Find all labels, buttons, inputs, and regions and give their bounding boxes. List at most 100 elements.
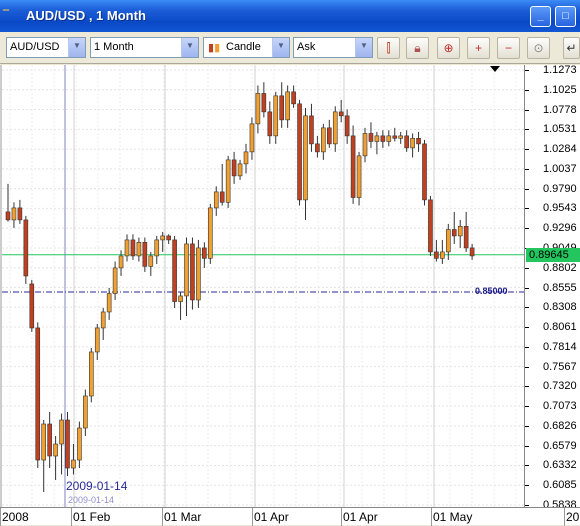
period-dropdown[interactable]: ▼ — [181, 38, 198, 57]
time-label: 01 May — [433, 510, 473, 524]
candle-body — [380, 135, 386, 142]
candle-body — [154, 239, 160, 257]
chart-type-dropdown[interactable]: ▼ — [272, 38, 289, 57]
price-label: 0.8308 — [543, 301, 577, 314]
price-tick — [525, 465, 529, 467]
price-tick — [525, 366, 529, 368]
candle-body — [124, 239, 130, 257]
candle-body — [428, 199, 433, 253]
candle-body — [184, 243, 189, 297]
price-label: 0.9543 — [543, 202, 577, 215]
price-label: 0.7073 — [543, 400, 577, 413]
candle-body — [41, 423, 47, 461]
candle-body — [178, 295, 183, 302]
candle-body — [77, 427, 82, 461]
candle-body — [463, 226, 469, 249]
level-line-label: 0.85000 — [475, 286, 508, 296]
candle-body — [118, 255, 124, 269]
back-button[interactable]: ↵ — [563, 37, 580, 59]
symbol-dropdown[interactable]: ▼ — [68, 38, 85, 57]
price-tick — [525, 129, 529, 131]
maximize-icon: □ — [562, 10, 569, 22]
app-icon: ̿ — [6, 9, 20, 23]
lock-button[interactable]: 🔒︎ — [406, 37, 429, 59]
price-axis[interactable]: 1.1273 1.1025 1.0778 1.0531 1.0284 1.0037 0.97… — [524, 64, 580, 511]
price-label: 0.8061 — [543, 321, 577, 334]
price-tick — [525, 485, 529, 487]
title-bar[interactable]: ̿ AUD/USD , 1 Month _ □ — [0, 0, 580, 32]
chart-type-value: Candle — [226, 41, 261, 53]
chevron-down-icon: ▼ — [73, 41, 81, 50]
candle-body — [148, 255, 154, 267]
candle-body — [23, 219, 29, 277]
chart-window: ̿ AUD/USD , 1 Month _ □ AUD/USD ▼ 1 Mont… — [0, 0, 580, 526]
candle-body — [35, 327, 41, 461]
candle-body — [106, 293, 112, 313]
candle-body — [243, 151, 249, 165]
price-side-select[interactable]: Ask ▼ — [293, 37, 373, 58]
price-tick — [525, 406, 529, 408]
candle-body — [332, 111, 338, 145]
price-label: 0.6332 — [543, 459, 577, 472]
price-side-dropdown[interactable]: ▼ — [355, 38, 372, 57]
candle-body — [469, 247, 475, 257]
candle-body — [196, 247, 201, 301]
candle-body — [309, 115, 314, 145]
candle-body — [291, 91, 296, 105]
chart-toolbar: AUD/USD ▼ 1 Month ▼ ▮▮ Candle ▼ Ask ▼ ⫿ … — [0, 32, 580, 64]
price-label: 1.0531 — [543, 123, 577, 136]
bar-chart-button[interactable]: ⫿ — [377, 37, 400, 59]
time-axis[interactable]: 2008 01 Feb 01 Mar 01 Apr 01 Apr 01 May 20 — [0, 507, 580, 526]
zoom-fit-icon: ⊙ — [533, 41, 544, 55]
candle-body — [53, 443, 58, 457]
zoom-fit-button[interactable]: ⊙ — [527, 37, 550, 59]
maximize-button[interactable]: □ — [555, 6, 576, 27]
chart-type-select[interactable]: ▮▮ Candle ▼ — [203, 37, 290, 58]
candlestick-chart[interactable] — [2, 65, 524, 507]
chart-plot-area[interactable] — [0, 65, 524, 507]
price-tick — [525, 425, 529, 427]
candle-body — [344, 115, 350, 137]
candle-body — [11, 207, 17, 221]
candle-body — [190, 243, 195, 301]
price-label: 1.1025 — [543, 83, 577, 96]
zoom-in-button[interactable]: + — [467, 37, 490, 59]
period-select[interactable]: 1 Month ▼ — [90, 37, 199, 58]
candle-body — [261, 93, 267, 113]
candle-body — [285, 91, 290, 121]
scroll-marker-icon[interactable] — [490, 66, 500, 72]
lock-icon: 🔒︎ — [414, 41, 421, 55]
candle-body — [112, 267, 118, 294]
candle-body — [5, 211, 11, 221]
minimize-button[interactable]: _ — [530, 6, 551, 27]
candle-body — [273, 95, 279, 137]
time-label: 2008 — [2, 510, 29, 524]
time-label: 20 — [566, 510, 580, 524]
candle-body — [422, 143, 427, 201]
minimize-icon: _ — [537, 10, 544, 22]
zoom-out-button[interactable]: − — [497, 37, 520, 59]
candle-body — [321, 127, 326, 153]
back-icon: ↵ — [566, 41, 577, 55]
time-label: 01 Mar — [164, 510, 202, 524]
zoom-button[interactable]: ⊕ — [437, 37, 460, 59]
price-label: 0.8555 — [543, 281, 577, 294]
zoom-out-icon: − — [504, 41, 512, 55]
candle-body — [83, 395, 88, 429]
candle-body — [160, 235, 165, 241]
candle-body — [208, 207, 213, 259]
chevron-down-icon: ▼ — [277, 41, 285, 50]
price-tick — [525, 149, 529, 151]
candle-body — [410, 137, 415, 149]
candle-body — [213, 191, 219, 209]
candle-body — [326, 127, 332, 145]
cursor-date-sublabel: 2009-01-14 — [68, 495, 115, 505]
candle-body — [440, 251, 445, 259]
candle-body — [457, 226, 463, 237]
price-tick — [525, 505, 529, 506]
chevron-down-icon: ▼ — [360, 41, 368, 50]
symbol-select[interactable]: AUD/USD ▼ — [6, 37, 86, 58]
candle-body — [237, 163, 243, 177]
candle-body — [172, 239, 177, 302]
price-tick — [525, 168, 529, 170]
